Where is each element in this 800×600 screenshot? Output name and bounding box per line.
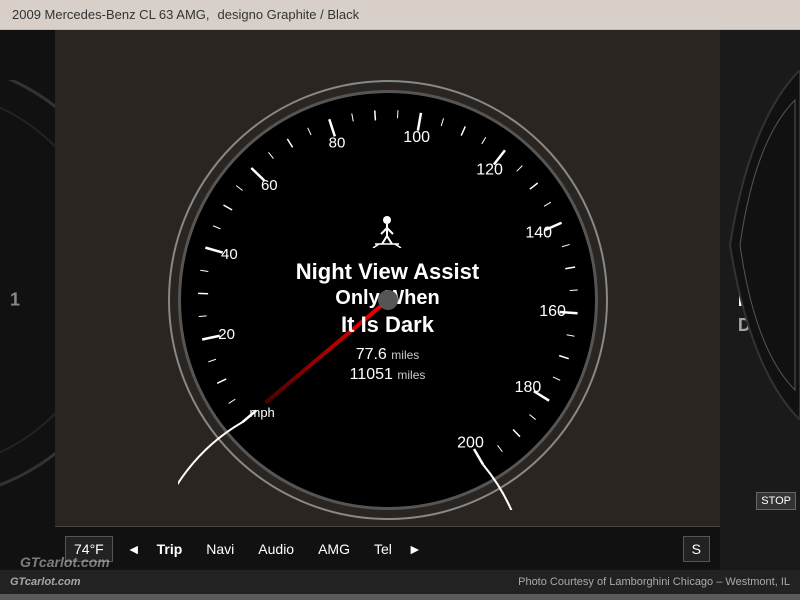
svg-text:160: 160 (539, 303, 566, 320)
trip-distance: 77.6 miles (296, 346, 479, 364)
svg-text:60: 60 (260, 177, 277, 194)
main-content: 1 20 40 60 80 100 120 140 160 180 200 (0, 30, 800, 570)
overlay-watermark: GTcarlot.com (20, 554, 110, 570)
nav-right-arrow[interactable]: ► (404, 541, 426, 557)
speedometer-container: 20 40 60 80 100 120 140 160 180 200 (55, 30, 720, 570)
svg-text:80: 80 (328, 135, 345, 152)
svg-text:40: 40 (221, 246, 238, 263)
stop-badge: STOP (756, 492, 796, 510)
left-indicator: 1 (10, 290, 20, 311)
s-badge: S (683, 536, 710, 562)
nav-tel[interactable]: Tel (362, 541, 404, 557)
footer: GTcarlot.com Photo Courtesy of Lamborghi… (0, 570, 800, 594)
svg-text:100: 100 (403, 129, 430, 146)
nav-items: ◄ Trip Navi Audio AMG Tel ► (123, 541, 683, 557)
svg-text:180: 180 (514, 379, 541, 396)
nav-audio[interactable]: Audio (246, 541, 306, 557)
nav-amg[interactable]: AMG (306, 541, 362, 557)
night-view-icon (296, 216, 479, 255)
svg-text:200: 200 (457, 434, 484, 451)
total-miles: 11051 miles (296, 366, 479, 384)
it-is-dark-text: It Is Dark (296, 312, 479, 338)
mph-label: mph (250, 405, 275, 420)
needle-center (378, 290, 398, 310)
nav-trip[interactable]: Trip (145, 541, 195, 557)
speedometer: 20 40 60 80 100 120 140 160 180 200 (178, 90, 598, 510)
bottom-bar: 74°F ◄ Trip Navi Audio AMG Tel ► S (55, 526, 720, 570)
right-partial-gauge (720, 70, 800, 420)
header: 2009 Mercedes-Benz CL 63 AMG, designo Gr… (0, 0, 800, 30)
svg-text:120: 120 (476, 161, 503, 178)
credit-text: Photo Courtesy of Lamborghini Chicago – … (518, 576, 790, 588)
nav-left-arrow[interactable]: ◄ (123, 541, 145, 557)
watermark: GTcarlot.com (10, 576, 81, 588)
page-wrapper: 2009 Mercedes-Benz CL 63 AMG, designo Gr… (0, 0, 800, 600)
header-title: 2009 Mercedes-Benz CL 63 AMG, (12, 7, 210, 22)
svg-text:140: 140 (525, 224, 552, 241)
nav-navi[interactable]: Navi (194, 541, 246, 557)
header-subtitle: designo Graphite / Black (218, 7, 360, 22)
right-panel: R N P ↑ D STOP (720, 30, 800, 570)
svg-text:20: 20 (218, 326, 235, 343)
night-view-title: Night View Assist (296, 259, 479, 285)
left-gauge: 1 (0, 30, 55, 570)
